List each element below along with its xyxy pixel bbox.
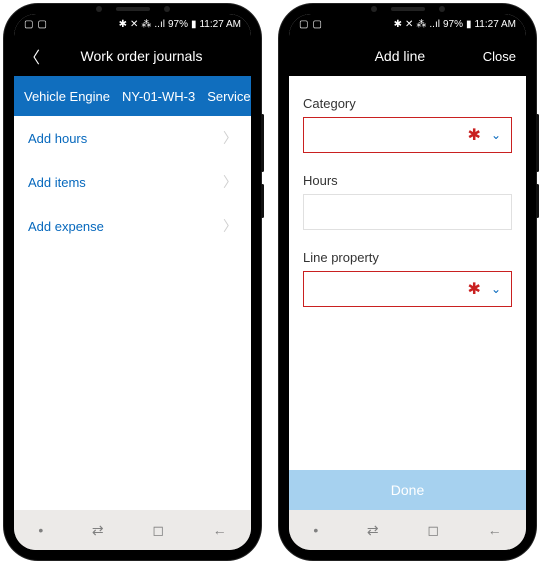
chevron-right-icon: 〉 (223, 172, 237, 192)
app-header: 〈 Work order journals (14, 36, 251, 76)
clock: 11:27 AM (474, 20, 516, 30)
line-property-label: Line property (303, 250, 512, 265)
signal-icon: ..ıl (429, 20, 440, 30)
page-title: Add line (317, 48, 483, 64)
nav-recent-icon[interactable]: ⇄ (92, 522, 104, 539)
nav-recent-icon[interactable]: ⇄ (367, 522, 379, 539)
android-nav: • ⇄ ◻ ← (14, 510, 251, 550)
bluetooth-icon: ✱ (119, 20, 127, 30)
mute-icon: ✕ (405, 20, 413, 30)
app-header: Add line Close (289, 36, 526, 76)
category-label: Category (303, 96, 512, 111)
list-item-label: Add hours (28, 131, 87, 146)
nav-assistant-icon[interactable]: • (38, 522, 43, 538)
done-button[interactable]: Done (289, 470, 526, 510)
nav-home-icon[interactable]: ◻ (427, 522, 439, 539)
nav-assistant-icon[interactable]: • (313, 522, 318, 538)
status-bar: ▢ ▢ ✱ ✕ ⁂ ..ıl 97% ▮ 11:27 AM (14, 14, 251, 36)
hours-input[interactable] (303, 194, 512, 230)
phone-right: ▢ ▢ ✱ ✕ ⁂ ..ıl 97% ▮ 11:27 AM Add line C… (279, 4, 536, 560)
status-icon: ▢ (312, 20, 321, 30)
back-icon[interactable]: 〈 (24, 44, 42, 68)
chevron-right-icon: 〉 (223, 128, 237, 148)
nav-back-icon[interactable]: ← (213, 522, 227, 538)
chevron-down-icon: ⌄ (491, 128, 501, 142)
done-label: Done (391, 482, 424, 498)
category-dropdown[interactable]: ✱ ⌄ (303, 117, 512, 153)
android-nav: • ⇄ ◻ ← (289, 510, 526, 550)
chevron-down-icon: ⌄ (491, 282, 501, 296)
list-item-label: Add expense (28, 219, 104, 234)
page-title: Work order journals (42, 48, 241, 64)
signal-icon: ..ıl (154, 20, 165, 30)
hours-label: Hours (303, 173, 512, 188)
phone-left: ▢ ▢ ✱ ✕ ⁂ ..ıl 97% ▮ 11:27 AM 〈 Work ord… (4, 4, 261, 560)
journal-list: Add hours 〉 Add items 〉 Add expense 〉 (14, 116, 251, 510)
clock: 11:27 AM (199, 20, 241, 30)
nav-back-icon[interactable]: ← (488, 522, 502, 538)
add-hours-item[interactable]: Add hours 〉 (14, 116, 251, 160)
context-ribbon: Vehicle Engine NY-01-WH-3 Service (14, 76, 251, 116)
status-bar: ▢ ▢ ✱ ✕ ⁂ ..ıl 97% ▮ 11:27 AM (289, 14, 526, 36)
line-property-dropdown[interactable]: ✱ ⌄ (303, 271, 512, 307)
required-icon: ✱ (468, 279, 481, 299)
wifi-icon: ⁂ (141, 20, 151, 30)
status-icon: ▢ (299, 20, 308, 30)
battery-icon: ▮ (191, 20, 197, 30)
bluetooth-icon: ✱ (394, 20, 402, 30)
chevron-right-icon: 〉 (223, 216, 237, 236)
battery-text: 97% (168, 20, 188, 30)
close-button[interactable]: Close (483, 49, 516, 64)
wifi-icon: ⁂ (416, 20, 426, 30)
add-line-form: Category ✱ ⌄ Hours Line property ✱ ⌄ (289, 76, 526, 470)
battery-icon: ▮ (466, 20, 472, 30)
ribbon-type: Service (207, 89, 250, 104)
nav-home-icon[interactable]: ◻ (152, 522, 164, 539)
status-icon: ▢ (24, 20, 33, 30)
add-items-item[interactable]: Add items 〉 (14, 160, 251, 204)
required-icon: ✱ (468, 125, 481, 145)
list-item-label: Add items (28, 175, 86, 190)
add-expense-item[interactable]: Add expense 〉 (14, 204, 251, 248)
mute-icon: ✕ (130, 20, 138, 30)
battery-text: 97% (443, 20, 463, 30)
ribbon-workorder: NY-01-WH-3 (122, 89, 195, 104)
status-icon: ▢ (37, 20, 46, 30)
ribbon-asset: Vehicle Engine (24, 89, 110, 104)
